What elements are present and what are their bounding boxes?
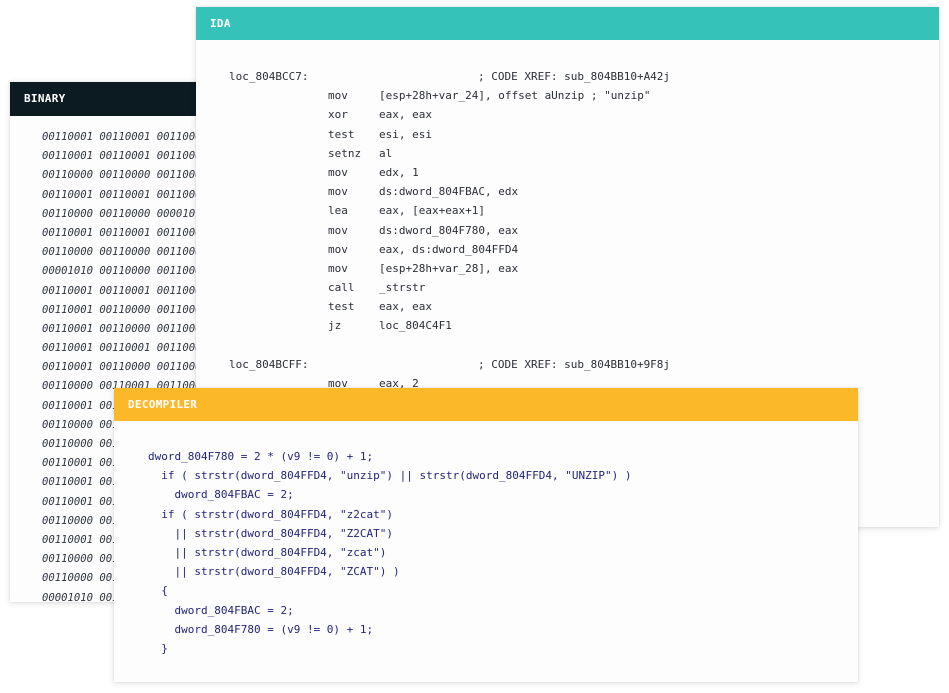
binary-row: 00110001 00110000 00110000: [42, 322, 208, 335]
instruction-mnemonic: jz: [328, 319, 342, 333]
instruction-operands: _strstr: [379, 281, 426, 295]
instruction-line: mov ds:dword_804F780, eax: [196, 221, 939, 240]
instruction-line: lea eax, [eax+eax+1]: [196, 201, 939, 220]
decompiler-line: dword_804FBAC = 2;: [148, 488, 294, 502]
instruction-mnemonic: lea: [328, 204, 348, 218]
instruction-operands: esi, esi: [379, 127, 432, 141]
instruction-mnemonic: test: [328, 127, 355, 141]
binary-row: 00110001 00110000 00110000: [42, 361, 208, 374]
instruction-mnemonic: xor: [328, 108, 348, 122]
binary-row: 00110000 00110000 00110000: [42, 169, 208, 182]
instruction-operands: [esp+28h+var_24], offset aUnzip ; "unzip…: [379, 89, 651, 103]
xref-comment[interactable]: ; CODE XREF: sub_804BB10+9F8j: [478, 355, 670, 374]
decompiler-panel: DECOMPILER dword_804F780 = 2 * (v9 != 0)…: [114, 388, 858, 682]
decompiler-line: {: [148, 584, 168, 598]
ida-label-line: loc_804BCFF: ; CODE XREF: sub_804BB10+9F8…: [196, 355, 939, 374]
decompiler-line: if ( strstr(dword_804FFD4, "z2cat"): [148, 507, 394, 521]
decompiler-code: dword_804F780 = 2 * (v9 != 0) + 1; if ( …: [114, 421, 858, 658]
instruction-operands: eax, ds:dword_804FFD4: [379, 242, 519, 256]
instruction-operands: loc_804C4F1: [379, 319, 452, 333]
instruction-operands: edx, 1: [379, 165, 419, 179]
binary-row: 00110001 00110001 00110000: [42, 131, 208, 143]
instruction-line: mov eax, ds:dword_804FFD4: [196, 240, 939, 259]
instruction-line: test esi, esi: [196, 125, 939, 144]
instruction-mnemonic: mov: [328, 165, 348, 179]
decompiler-line: || strstr(dword_804FFD4, "zcat"): [148, 545, 387, 559]
instruction-operands: eax, [eax+eax+1]: [379, 204, 485, 218]
ida-disassembly: loc_804BCC7: ; CODE XREF: sub_804BB10+A42…: [196, 40, 939, 393]
instruction-mnemonic: mov: [328, 223, 348, 237]
code-label[interactable]: loc_804BCFF:: [229, 355, 308, 374]
binary-row: 00110001 00110001 00110000: [42, 226, 208, 239]
instruction-line: mov [esp+28h+var_28], eax: [196, 259, 939, 278]
instruction-operands: eax, eax: [379, 108, 432, 122]
code-label[interactable]: loc_804BCC7:: [229, 67, 308, 86]
decompiler-line: dword_804FBAC = 2;: [148, 603, 294, 617]
binary-row: 00110001 00110001 00110000: [42, 150, 208, 163]
decompiler-line: || strstr(dword_804FFD4, "Z2CAT"): [148, 526, 394, 540]
binary-row: 00110001 00110001 00110000: [42, 188, 208, 201]
ida-panel-title: IDA: [196, 7, 939, 40]
decompiler-panel-title: DECOMPILER: [114, 388, 858, 421]
instruction-mnemonic: test: [328, 300, 355, 314]
binary-row: 00110001 00110001 00110000: [42, 342, 208, 355]
instruction-line: jz loc_804C4F1: [196, 316, 939, 335]
instruction-mnemonic: mov: [328, 89, 348, 103]
binary-row: 00001010 00110000 00110000: [42, 265, 208, 278]
binary-row: 00110000 00110000 00110000: [42, 246, 208, 259]
binary-row: 00110001 00110001 00110000: [42, 284, 208, 297]
instruction-line: setnz al: [196, 144, 939, 163]
instruction-line: mov [esp+28h+var_24], offset aUnzip ; "un…: [196, 86, 939, 105]
instruction-mnemonic: mov: [328, 261, 348, 275]
instruction-mnemonic: setnz: [328, 146, 362, 160]
decompiler-line: dword_804F780 = 2 * (v9 != 0) + 1;: [148, 450, 374, 463]
instruction-line: test eax, eax: [196, 297, 939, 316]
binary-row: 00110000 00110000 00001010: [42, 207, 208, 220]
instruction-line: call _strstr: [196, 278, 939, 297]
instruction-operands: al: [379, 146, 393, 160]
binary-row: 00110001 00110000 00110000: [42, 303, 208, 316]
instruction-line: mov edx, 1: [196, 163, 939, 182]
decompiler-line: }: [148, 641, 168, 655]
instruction-mnemonic: mov: [328, 185, 348, 199]
decompiler-line: || strstr(dword_804FFD4, "ZCAT") ): [148, 565, 400, 579]
decompiler-line: if ( strstr(dword_804FFD4, "unzip") || s…: [148, 469, 632, 483]
instruction-operands: [esp+28h+var_28], eax: [379, 261, 519, 275]
instruction-line: mov ds:dword_804FBAC, edx: [196, 182, 939, 201]
decompiler-line: dword_804F780 = (v9 != 0) + 1;: [148, 622, 374, 636]
instruction-line: xor eax, eax: [196, 105, 939, 124]
xref-comment[interactable]: ; CODE XREF: sub_804BB10+A42j: [478, 67, 670, 86]
instruction-operands: ds:dword_804F780, eax: [379, 223, 519, 237]
instruction-mnemonic: mov: [328, 242, 348, 256]
binary-panel-title: BINARY: [10, 82, 210, 116]
instruction-operands: eax, eax: [379, 300, 432, 314]
instruction-operands: ds:dword_804FBAC, edx: [379, 185, 519, 199]
ida-label-line: loc_804BCC7: ; CODE XREF: sub_804BB10+A42…: [196, 67, 939, 86]
instruction-mnemonic: call: [328, 281, 355, 295]
